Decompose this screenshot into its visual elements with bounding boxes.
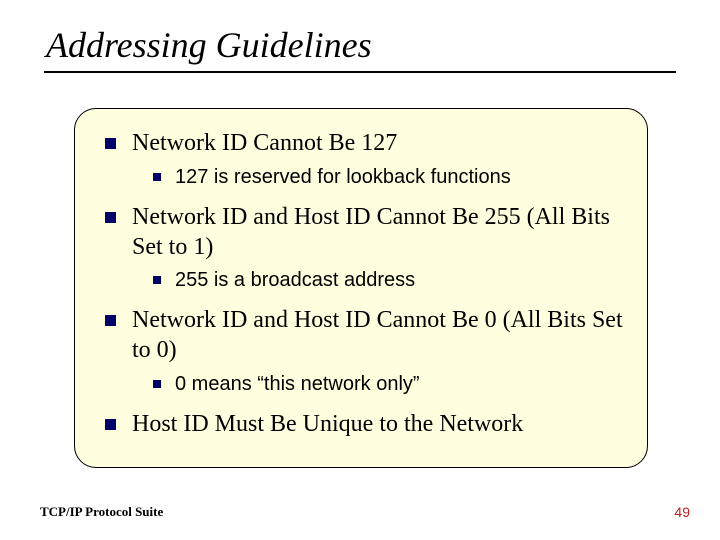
bullet-text: 0 means “this network only”	[175, 372, 420, 396]
list-item: 127 is reserved for lookback functions	[153, 165, 623, 189]
bullet-text: Network ID and Host ID Cannot Be 0 (All …	[132, 306, 623, 366]
list-item: Host ID Must Be Unique to the Network	[105, 410, 623, 440]
bullet-text: Network ID Cannot Be 127	[132, 129, 397, 159]
page-number: 49	[674, 504, 690, 520]
bullet-text: 127 is reserved for lookback functions	[175, 165, 511, 189]
square-bullet-icon	[153, 173, 161, 181]
square-bullet-icon	[105, 138, 116, 149]
list-item: 0 means “this network only”	[153, 372, 623, 396]
content-box: Network ID Cannot Be 127 127 is reserved…	[74, 108, 648, 468]
list-item: 255 is a broadcast address	[153, 268, 623, 292]
square-bullet-icon	[105, 315, 116, 326]
footer-text: TCP/IP Protocol Suite	[40, 504, 163, 520]
square-bullet-icon	[153, 276, 161, 284]
square-bullet-icon	[153, 380, 161, 388]
list-item: Network ID Cannot Be 127	[105, 129, 623, 159]
bullet-text: Network ID and Host ID Cannot Be 255 (Al…	[132, 203, 623, 263]
bullet-text: Host ID Must Be Unique to the Network	[132, 410, 523, 440]
list-item: Network ID and Host ID Cannot Be 0 (All …	[105, 306, 623, 366]
square-bullet-icon	[105, 212, 116, 223]
square-bullet-icon	[105, 419, 116, 430]
title-underline	[44, 71, 676, 73]
bullet-text: 255 is a broadcast address	[175, 268, 415, 292]
slide-title: Addressing Guidelines	[46, 24, 372, 66]
list-item: Network ID and Host ID Cannot Be 255 (Al…	[105, 203, 623, 263]
